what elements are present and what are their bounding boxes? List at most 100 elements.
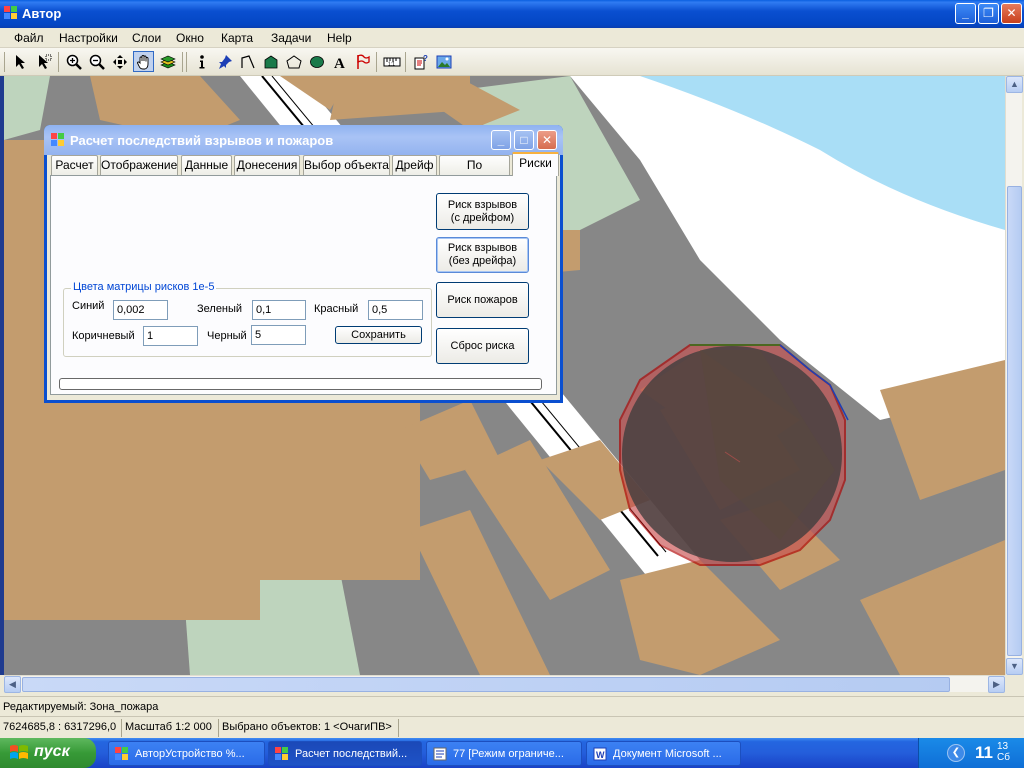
editable-layer-status: Редактируемый: Зона_пожара <box>3 701 159 713</box>
tab-drift[interactable]: Дрейф <box>392 155 437 175</box>
blue-input[interactable] <box>113 300 168 320</box>
menu-bar: Файл Настройки Слои Окно Карта Задачи He… <box>0 28 1024 48</box>
scroll-left-button[interactable]: ◀ <box>4 676 21 693</box>
dialog-maximize-button[interactable]: □ <box>514 130 534 150</box>
polygon-outline-icon[interactable] <box>283 51 304 72</box>
explosion-risk-drift-button[interactable]: Риск взрывов (с дрейфом) <box>436 193 529 230</box>
svg-text:?: ? <box>423 54 428 63</box>
task-microsoft-document[interactable]: W Документ Microsoft ... <box>586 741 741 766</box>
menu-help[interactable]: Help <box>327 31 352 45</box>
menu-tasks[interactable]: Задачи <box>271 31 311 45</box>
status-bar-edit: Редактируемый: Зона_пожара <box>0 696 1024 716</box>
layers-icon[interactable] <box>157 51 178 72</box>
progress-bar <box>59 378 542 390</box>
ellipse-icon[interactable] <box>306 51 327 72</box>
hand-pan-icon[interactable] <box>133 51 154 72</box>
horizontal-scroll-thumb[interactable] <box>22 677 950 692</box>
task-risk-calculation[interactable]: Расчет последствий... <box>268 741 422 766</box>
scroll-down-button[interactable]: ▼ <box>1006 658 1023 675</box>
save-button[interactable]: Сохранить <box>335 326 422 344</box>
pin-icon[interactable] <box>214 51 235 72</box>
taskbar: пуск АвторУстройство %... Расчет последс… <box>0 738 1024 768</box>
vertical-scroll-thumb[interactable] <box>1007 186 1022 656</box>
ruler-icon[interactable]: 1:1 <box>381 51 402 72</box>
word-document-icon: W <box>593 747 607 761</box>
risk-calculation-dialog: Расчет последствий взрывов и пожаров _ □… <box>44 125 563 403</box>
zoom-out-icon[interactable] <box>86 51 107 72</box>
text-icon[interactable]: A <box>329 51 350 72</box>
task-avtor-device[interactable]: АвторУстройство %... <box>108 741 265 766</box>
dialog-app-icon <box>51 133 64 146</box>
menu-window[interactable]: Окно <box>176 31 204 45</box>
clock-day: Сб <box>997 752 1010 763</box>
status-separator <box>398 719 399 737</box>
button-label: Риск взрывов <box>447 198 518 211</box>
dialog-title: Расчет последствий взрывов и пожаров <box>70 133 334 148</box>
zoom-in-icon[interactable] <box>63 51 84 72</box>
dialog-close-button[interactable]: ✕ <box>537 130 557 150</box>
properties-icon[interactable]: ? <box>410 51 431 72</box>
polygon-icon[interactable] <box>260 51 281 72</box>
tab-reports[interactable]: Донесения <box>234 155 300 175</box>
scroll-up-button[interactable]: ▲ <box>1006 76 1023 93</box>
explosion-risk-no-drift-button[interactable]: Риск взрывов (без дрейфа) <box>436 237 529 273</box>
dialog-minimize-button[interactable]: _ <box>491 130 511 150</box>
document-icon <box>433 747 447 761</box>
dialog-title-bar[interactable]: Расчет последствий взрывов и пожаров _ □… <box>44 125 563 155</box>
flag-icon[interactable] <box>352 51 373 72</box>
button-label: Риск взрывов <box>447 242 518 254</box>
reset-risk-button[interactable]: Сброс риска <box>436 328 529 364</box>
pan-arrows-icon[interactable] <box>109 51 130 72</box>
task-label: Документ Microsoft ... <box>613 748 722 760</box>
svg-text:A: A <box>334 56 345 70</box>
tab-object-selection[interactable]: Выбор объекта <box>303 155 390 175</box>
tab-by-area[interactable]: По площади <box>439 155 510 190</box>
group-legend: Цвета матрицы рисков 1e-5 <box>71 281 217 293</box>
black-input[interactable] <box>251 325 306 345</box>
toolbar-grip <box>4 52 5 72</box>
tab-calculation[interactable]: Расчет <box>51 155 98 175</box>
toolbar-grip-2 <box>186 52 187 72</box>
tab-data[interactable]: Данные <box>181 155 232 175</box>
start-button[interactable]: пуск <box>0 738 96 768</box>
tab-risks[interactable]: Риски <box>512 152 559 176</box>
polyline-icon[interactable] <box>237 51 258 72</box>
brown-input[interactable] <box>143 326 198 346</box>
scroll-right-button[interactable]: ▶ <box>988 676 1005 693</box>
task-label: АвторУстройство %... <box>135 748 245 760</box>
toolbar-separator <box>182 52 183 72</box>
main-title-bar[interactable]: Автор _ ❐ ✕ <box>0 0 1024 28</box>
green-input[interactable] <box>252 300 306 320</box>
menu-file[interactable]: Файл <box>14 31 44 45</box>
brown-label: Коричневый <box>72 330 135 342</box>
select-arrow-icon[interactable] <box>33 51 54 72</box>
menu-layers[interactable]: Слои <box>132 31 161 45</box>
window-title: Автор <box>22 6 62 21</box>
start-label: пуск <box>34 743 70 760</box>
toolbar-separator <box>405 52 406 72</box>
minimize-button[interactable]: _ <box>955 3 976 24</box>
toolbar: A 1:1 ? <box>0 48 1024 76</box>
horizontal-scrollbar[interactable]: ◀ ▶ <box>4 675 1005 693</box>
info-icon[interactable] <box>191 51 212 72</box>
green-label: Зеленый <box>197 303 243 315</box>
tray-expand-icon[interactable]: ❮ <box>947 744 965 762</box>
close-button[interactable]: ✕ <box>1001 3 1022 24</box>
vertical-scrollbar[interactable]: ▲ ▼ <box>1005 76 1023 675</box>
task-label: Расчет последствий... <box>295 748 408 760</box>
app-icon <box>4 6 17 19</box>
svg-text:W: W <box>596 750 605 760</box>
red-input[interactable] <box>368 300 423 320</box>
menu-map[interactable]: Карта <box>221 31 253 45</box>
fire-risk-button[interactable]: Риск пожаров <box>436 282 529 318</box>
menu-settings[interactable]: Настройки <box>59 31 118 45</box>
pointer-arrow-icon[interactable] <box>10 51 31 72</box>
image-icon[interactable] <box>433 51 454 72</box>
restore-button[interactable]: ❐ <box>978 3 999 24</box>
black-label: Черный <box>207 330 247 342</box>
clock-hour: 11 <box>975 743 993 762</box>
tab-display[interactable]: Отображение <box>100 155 178 175</box>
clock-minute: 13 <box>997 741 1009 752</box>
task-restricted-mode[interactable]: 77 [Режим ограниче... <box>426 741 582 766</box>
task-label: 77 [Режим ограниче... <box>453 748 564 760</box>
